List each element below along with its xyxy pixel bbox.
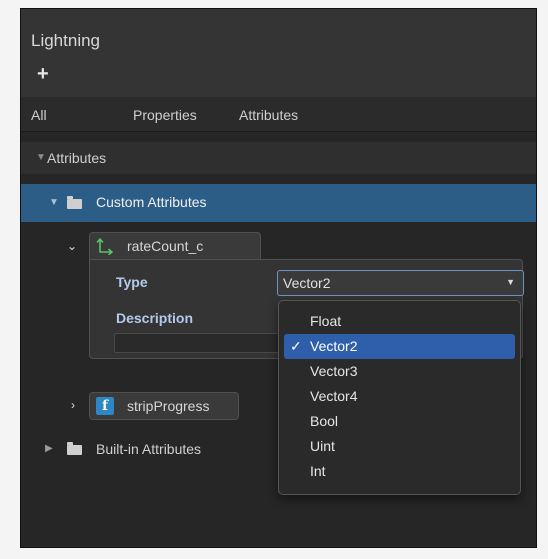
description-label: Description — [116, 310, 194, 326]
dropdown-caret-icon: ▼ — [506, 277, 515, 287]
tab-attributes[interactable]: Attributes — [239, 107, 298, 123]
type-dropdown-menu: Float ✓ Vector2 Vector3 Vector4 Bool Uint… — [278, 300, 521, 495]
dropdown-option-vector3[interactable]: Vector3 — [284, 359, 515, 384]
chevron-right-icon[interactable]: › — [71, 398, 75, 412]
add-button[interactable]: + — [37, 64, 49, 84]
chevron-down-icon[interactable]: ⌄ — [67, 239, 77, 253]
dropdown-option-int[interactable]: Int — [284, 459, 515, 484]
option-label: Uint — [310, 438, 335, 454]
option-label: Vector2 — [310, 338, 358, 354]
dropdown-option-vector2[interactable]: ✓ Vector2 — [284, 334, 515, 359]
dropdown-option-vector4[interactable]: Vector4 — [284, 384, 515, 409]
attributes-category[interactable]: ▼ Attributes — [21, 142, 536, 174]
custom-attributes-label: Custom Attributes — [96, 194, 207, 210]
expand-arrow-icon[interactable]: ▼ — [49, 197, 59, 208]
option-label: Float — [310, 313, 342, 329]
type-label: Type — [116, 274, 148, 290]
panel-header: Lightning + — [21, 9, 536, 97]
filter-tabs: All Properties Attributes — [21, 97, 536, 132]
builtin-attributes-label: Built-in Attributes — [96, 441, 202, 457]
type-select-value: Vector2 — [283, 275, 331, 291]
option-label: Int — [310, 463, 326, 479]
attribute-name: rateCount_c — [127, 238, 204, 254]
option-label: Bool — [310, 413, 339, 429]
option-label: Vector4 — [310, 388, 358, 404]
vector-axes-icon — [96, 238, 113, 255]
folder-icon — [67, 196, 82, 209]
expand-arrow-icon[interactable]: ▶ — [45, 443, 53, 454]
category-label: Attributes — [47, 150, 107, 166]
tab-all[interactable]: All — [31, 107, 47, 123]
panel-title: Lightning — [31, 31, 101, 50]
check-icon: ✓ — [290, 338, 302, 354]
custom-attributes-row[interactable]: ▼ Custom Attributes — [21, 184, 536, 222]
dropdown-option-uint[interactable]: Uint — [284, 434, 515, 459]
folder-icon — [67, 442, 82, 455]
attribute-pill-ratecount[interactable]: rateCount_c — [89, 232, 261, 260]
float-f-icon: f — [96, 397, 114, 415]
attribute-name: stripProgress — [127, 398, 210, 414]
attribute-pill-stripprogress[interactable]: f stripProgress — [89, 392, 239, 420]
tab-properties[interactable]: Properties — [133, 107, 197, 123]
type-select[interactable]: Vector2 ▼ — [277, 270, 524, 296]
dropdown-option-bool[interactable]: Bool — [284, 409, 515, 434]
dropdown-option-float[interactable]: Float — [284, 309, 515, 334]
expand-arrow-icon[interactable]: ▼ — [36, 152, 46, 163]
option-label: Vector3 — [310, 363, 358, 379]
